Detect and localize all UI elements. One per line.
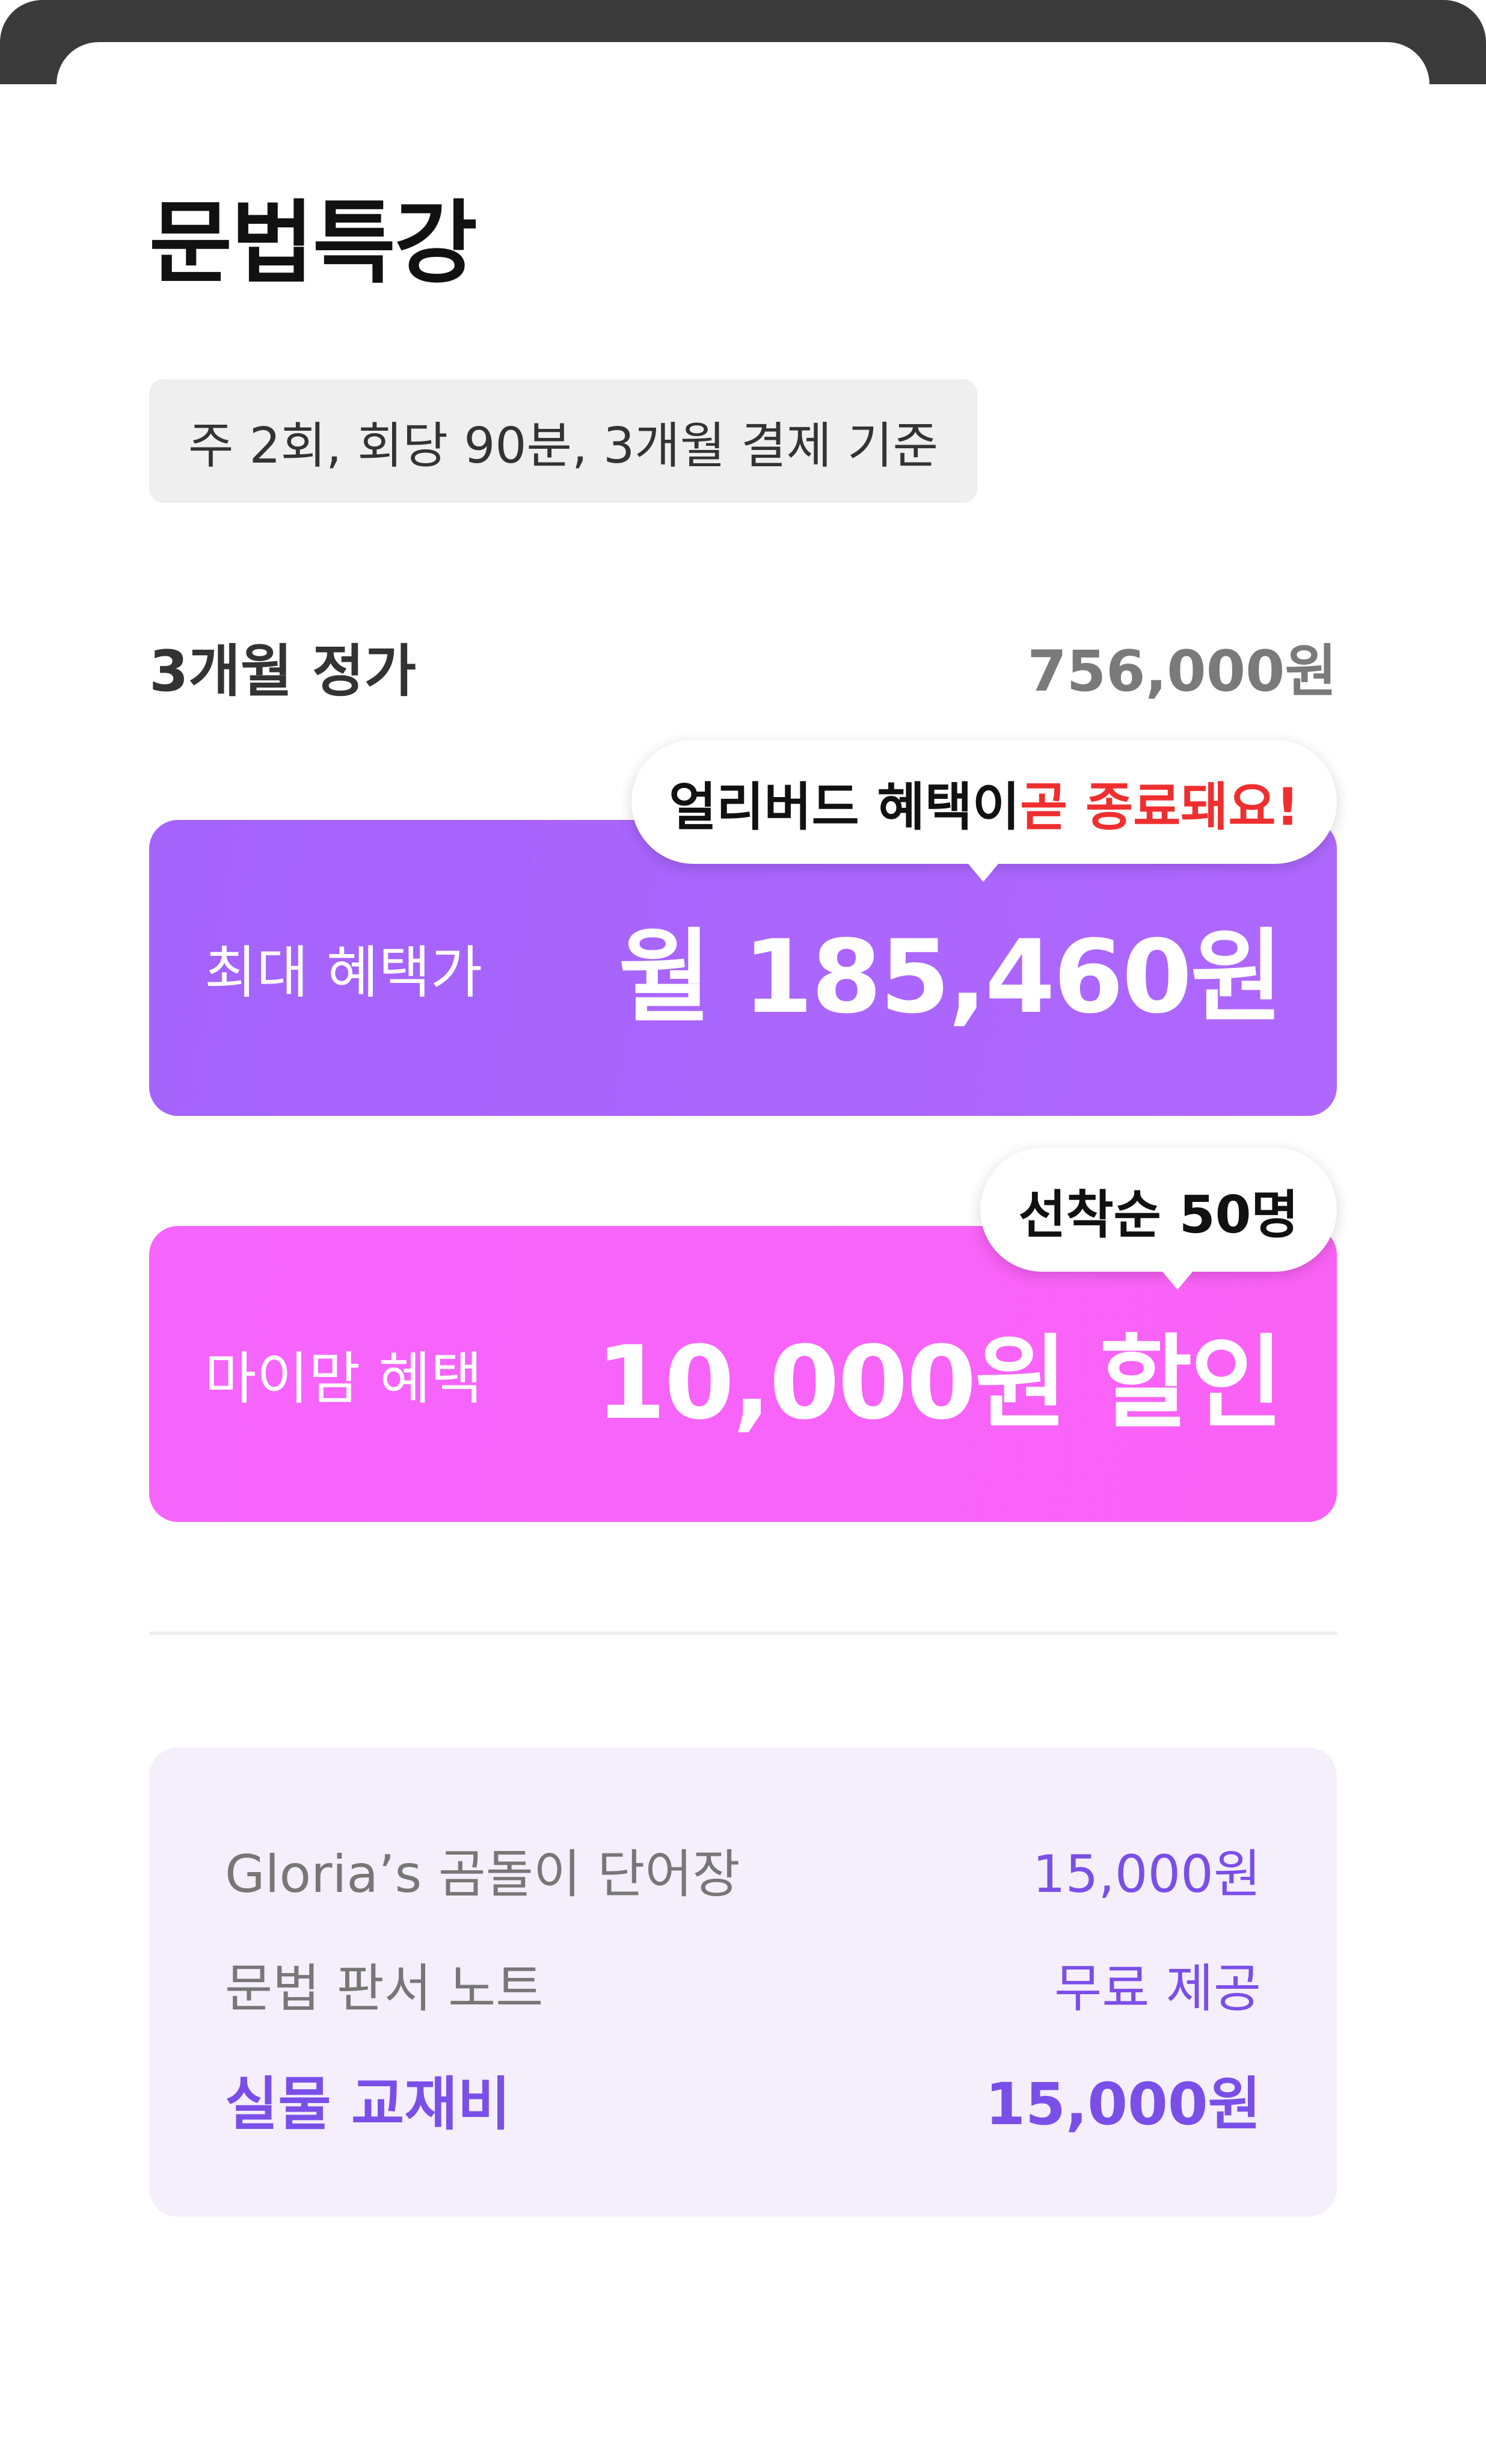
page-title: 문법특강 <box>149 191 477 296</box>
section-divider <box>149 1631 1337 1635</box>
materials-total-label: 실물 교재비 <box>225 2071 511 2138</box>
materials-item-value: 15,000원 <box>1032 1844 1261 1905</box>
regular-price-value: 756,000원 <box>1027 639 1337 704</box>
mymom-benefit-label: 마이맘 혜택 <box>204 1346 483 1412</box>
materials-box: Gloria’s 곰돌이 단어장 15,000원 문법 판서 노트 무료 제공 … <box>149 1748 1337 2217</box>
early-bird-highlight: 곧 종료돼요! <box>1020 777 1300 837</box>
materials-item-label: 문법 판서 노트 <box>225 1959 544 2019</box>
regular-price-row: 3개월 정가 756,000원 <box>149 626 1337 707</box>
materials-total-value: 15,000원 <box>985 2071 1261 2138</box>
max-benefit-label: 최대 혜택가 <box>204 940 483 1006</box>
materials-item-value: 무료 제공 <box>1054 1959 1261 2019</box>
early-bird-text: 얼리버드 혜택이 <box>669 777 1020 837</box>
regular-price-label: 3개월 정가 <box>149 639 417 704</box>
mymom-benefit-discount: 10,000원 할인 <box>595 1323 1283 1442</box>
materials-item-row: 문법 판서 노트 무료 제공 <box>225 1946 1261 2021</box>
materials-item-row: Gloria’s 곰돌이 단어장 15,000원 <box>225 1832 1261 1907</box>
max-benefit-price: 월 185,460원 <box>618 917 1283 1036</box>
materials-item-label: Gloria’s 곰돌이 단어장 <box>225 1844 740 1905</box>
schedule-note: 주 2회, 회당 90분, 3개월 결제 기준 <box>149 379 978 503</box>
first-come-bubble: 선착순 50명 <box>980 1148 1337 1290</box>
max-benefit-card: 최대 혜택가 월 185,460원 <box>149 820 1337 1116</box>
first-come-text: 선착순 50명 <box>1018 1184 1299 1245</box>
early-bird-bubble: 얼리버드 혜택이 곧 종료돼요! <box>631 740 1337 882</box>
materials-total-row: 실물 교재비 15,000원 <box>225 2057 1261 2141</box>
schedule-note-text: 주 2회, 회당 90분, 3개월 결제 기준 <box>188 417 939 475</box>
